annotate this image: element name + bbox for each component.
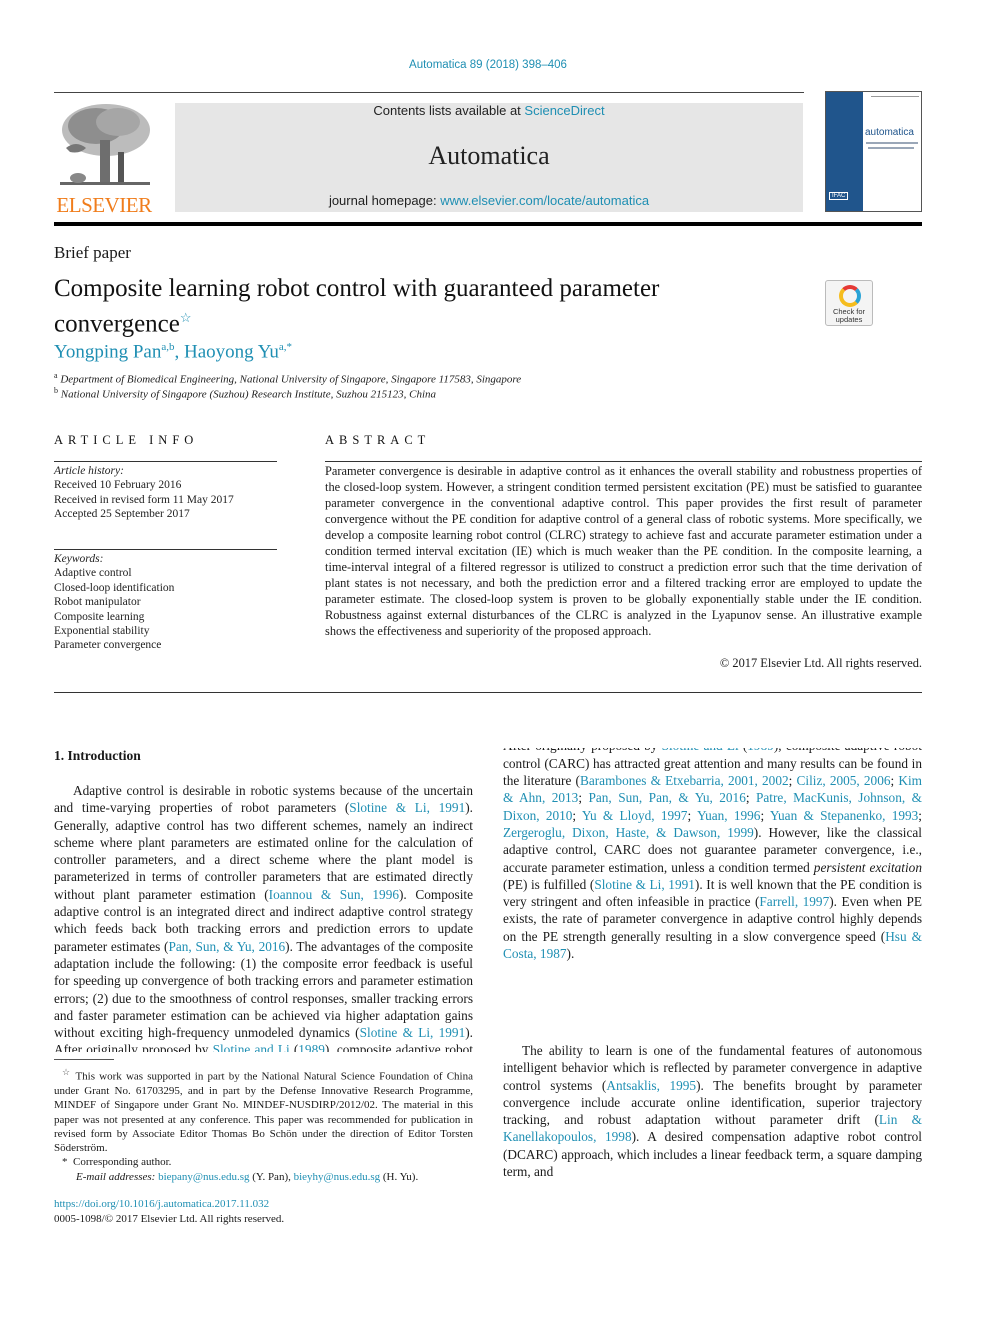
funding-footnote: ☆ This work was supported in part by the… (54, 1067, 473, 1183)
sciencedirect-link[interactable]: ScienceDirect (524, 103, 604, 118)
text-run: ; (572, 807, 582, 823)
citation-link[interactable]: Yuan & Stepanenko, 1993 (770, 808, 918, 823)
article-history: Article history: Received 10 February 20… (54, 465, 234, 521)
author-list: Yongping Pana,b, Haoyong Yua,* (54, 341, 292, 363)
keyword-item: Composite learning (54, 610, 145, 623)
header-rule (54, 92, 804, 93)
citation-link[interactable]: Yu & Lloyd, 1997 (582, 808, 688, 823)
citation-link[interactable]: Slotine & Li, 1991 (594, 877, 695, 892)
citation-link[interactable]: Pan, Sun, Pan, & Yu, 2016 (588, 790, 745, 805)
text-run: ; (578, 790, 589, 806)
author-link[interactable]: Haoyong Yu (184, 341, 279, 362)
elsevier-tree-icon (60, 104, 150, 185)
citation-link[interactable]: 1989 (747, 748, 774, 753)
text-run: ). (566, 946, 575, 962)
citation-link[interactable]: Slotine and Li (662, 748, 739, 753)
text-run: ( (289, 1042, 299, 1052)
citation-link[interactable]: Slotine & Li, 1991 (360, 1025, 466, 1040)
article-info-heading: ARTICLE INFO (54, 433, 199, 447)
text-run: (PE) is fulfilled ( (503, 876, 595, 892)
funding-star-icon: ☆ (62, 1067, 72, 1077)
text-run: ; (918, 807, 922, 823)
cover-subtitle-line (868, 147, 914, 149)
email-addresses: E-mail addresses: biepany@nus.edu.sg (Y.… (76, 1170, 419, 1183)
body-column-right: Adaptive control is desirable in robotic… (503, 748, 922, 1188)
cover-header-line (871, 96, 919, 97)
journal-title: Automatica (428, 141, 550, 170)
emphasis: persistent excitation (813, 859, 922, 875)
keyword-item: Robot manipulator (54, 596, 141, 609)
abstract-bottom-rule (54, 692, 922, 693)
keywords: Keywords: Adaptive control Closed-loop i… (54, 553, 175, 652)
keywords-rule (54, 549, 277, 550)
crossmark-icon (839, 285, 861, 307)
affiliation: a Department of Biomedical Engineering, … (54, 371, 522, 386)
citation-link[interactable]: Slotine & Li, 1991 (349, 800, 465, 815)
journal-citation[interactable]: Automatica 89 (2018) 398–406 (0, 59, 976, 71)
text-run: ; (788, 773, 797, 789)
issn-copyright: 0005-1098/© 2017 Elsevier Ltd. All right… (54, 1212, 285, 1225)
keyword-item: Adaptive control (54, 567, 132, 580)
article-type: Brief paper (54, 243, 131, 262)
cover-subtitle-line (866, 142, 918, 144)
doi-link[interactable]: https://doi.org/10.1016/j.automatica.201… (54, 1198, 269, 1210)
doi-block: https://doi.org/10.1016/j.automatica.201… (54, 1197, 284, 1226)
homepage-link[interactable]: www.elsevier.com/locate/automatica (440, 193, 649, 208)
author-link[interactable]: Yongping Pan (54, 341, 161, 362)
cover-title: automatica (865, 127, 914, 138)
paragraph: Adaptive control is desirable in robotic… (54, 782, 473, 1052)
citation-link[interactable]: Barambones & Etxebarria, 2001, 2002 (580, 773, 789, 788)
section-heading-introduction: 1. Introduction (54, 748, 141, 763)
paragraph-continued: Adaptive control is desirable in robotic… (503, 748, 922, 962)
citation-link[interactable]: Yuan, 1996 (697, 808, 761, 823)
email-link[interactable]: biepany@nus.edu.sg (158, 1171, 249, 1183)
abstract-text: Parameter convergence is desirable in ad… (325, 464, 922, 638)
elsevier-wordmark: ELSEVIER (56, 193, 152, 217)
text-run: ; (745, 790, 756, 806)
citation-link[interactable]: 1989 (298, 1042, 325, 1052)
ifac-badge: IFAC (829, 192, 849, 200)
citation-link[interactable]: Farrell, 1997 (759, 894, 829, 909)
funding-star-icon[interactable]: ☆ (180, 310, 192, 325)
history-item: Accepted 25 September 2017 (54, 508, 190, 521)
check-for-updates-label: Check for updates (832, 307, 866, 324)
journal-banner: Contents lists available at ScienceDirec… (175, 103, 803, 212)
history-item: Received 10 February 2016 (54, 479, 182, 492)
citation-link[interactable]: Antsaklis, 1995 (606, 1078, 696, 1093)
abstract-copyright: © 2017 Elsevier Ltd. All rights reserved… (719, 656, 922, 670)
body-column-left: Adaptive control is desirable in robotic… (54, 782, 473, 1052)
email-link[interactable]: bieyhy@nus.edu.sg (294, 1171, 381, 1183)
abstract-rule (325, 461, 922, 462)
article-info-rule (54, 461, 277, 462)
footnote-rule (54, 1059, 114, 1060)
header-thick-rule (54, 222, 922, 226)
asterisk-icon: * (62, 1156, 68, 1169)
abstract-heading: ABSTRACT (325, 433, 431, 447)
journal-homepage: journal homepage: www.elsevier.com/locat… (328, 193, 650, 208)
keyword-item: Exponential stability (54, 625, 150, 638)
check-for-updates-button[interactable]: Check for updates (825, 280, 873, 326)
contents-availability: Contents lists available at ScienceDirec… (373, 103, 605, 118)
text-run: ; (687, 807, 697, 823)
article-title: Composite learning robot control with gu… (54, 275, 660, 338)
citation-link[interactable]: Zergeroglu, Dixon, Haste, & Dawson, 1999 (503, 825, 754, 840)
keyword-item: Parameter convergence (54, 639, 162, 652)
citation-link[interactable]: Ciliz, 2005, 2006 (797, 773, 891, 788)
affiliation: b National University of Singapore (Suzh… (54, 386, 437, 401)
elsevier-logo: ELSEVIER (54, 100, 154, 217)
history-item: Received in revised form 11 May 2017 (54, 493, 234, 506)
text-run: ( (739, 748, 747, 753)
journal-cover-thumbnail[interactable]: automatica IFAC (825, 91, 922, 212)
paragraph: The ability to learn is one of the funda… (503, 1042, 922, 1180)
keyword-item: Closed-loop identification (54, 581, 175, 594)
citation-link[interactable]: Pan, Sun, & Yu, 2016 (168, 939, 285, 954)
citation-link[interactable]: Ioannou & Sun, 1996 (269, 887, 399, 902)
text-run: ; (760, 807, 770, 823)
citation-link[interactable]: Slotine and Li (213, 1042, 290, 1052)
